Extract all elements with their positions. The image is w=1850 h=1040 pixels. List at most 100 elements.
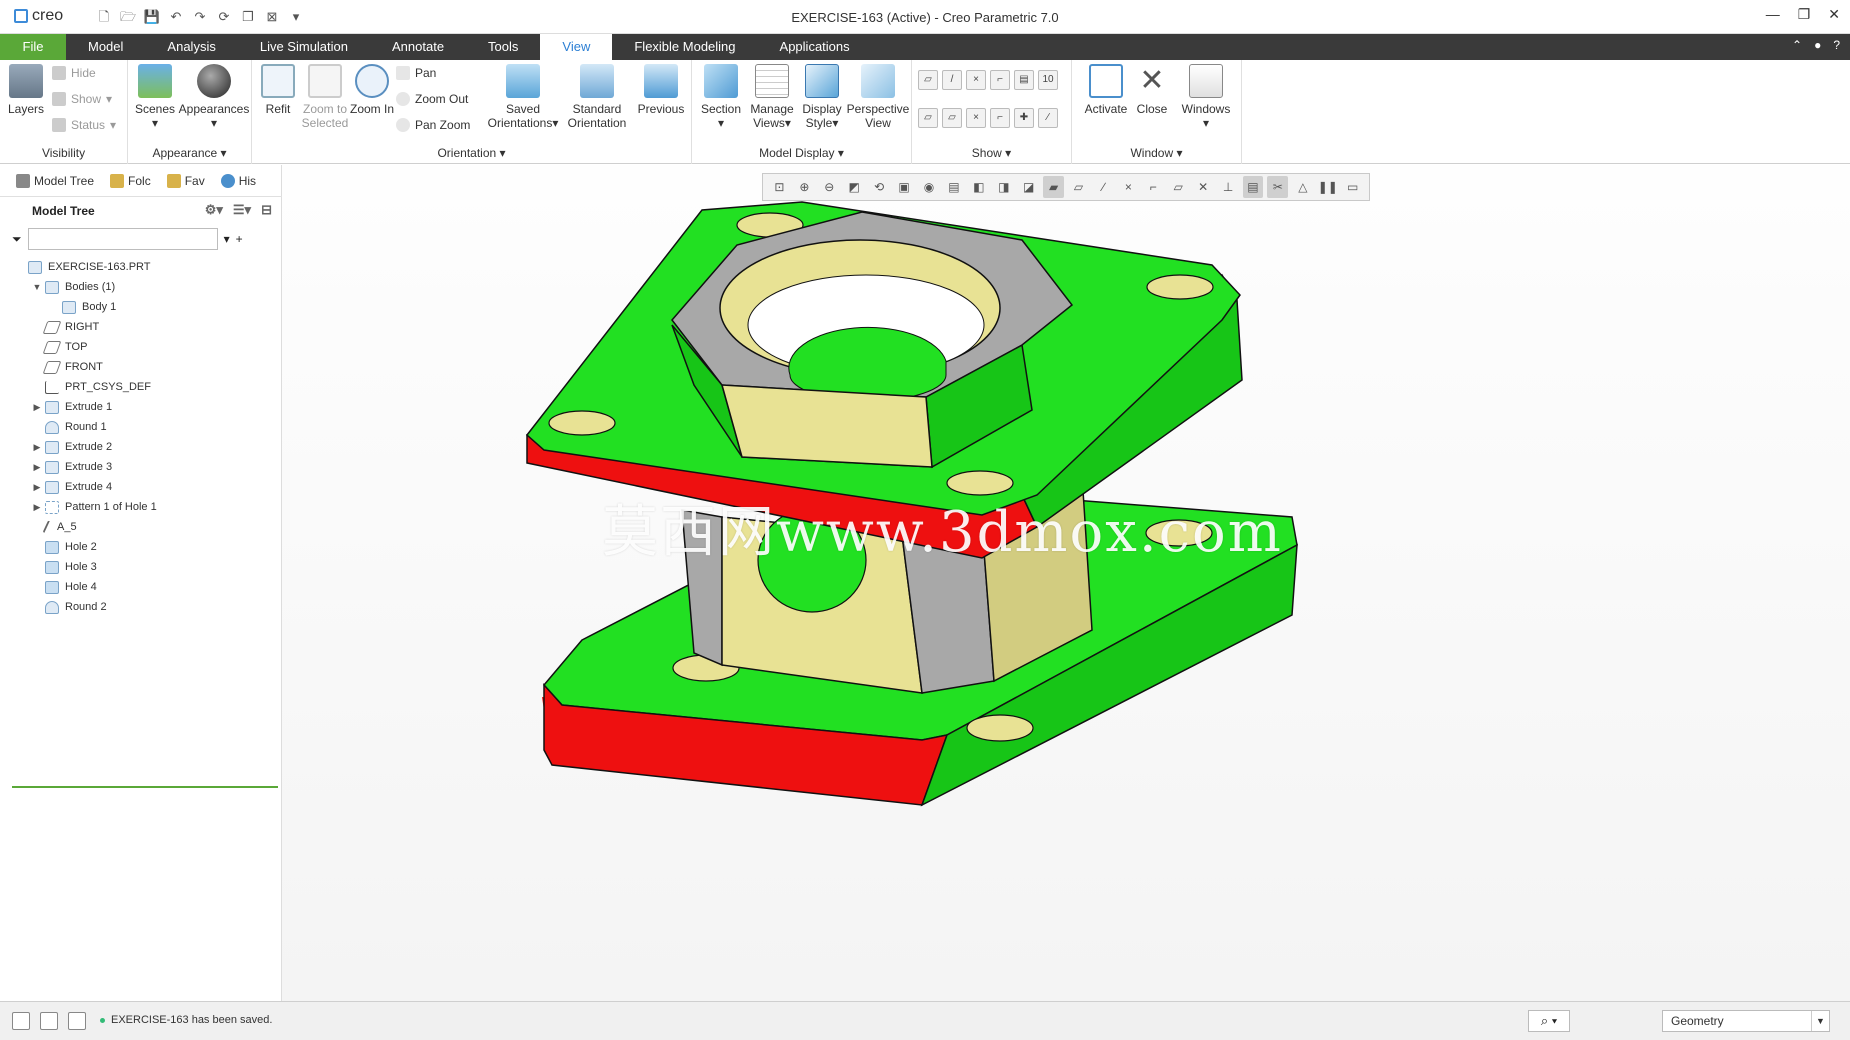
refit-button[interactable]: Refit: [256, 64, 300, 116]
dimension-display-icon[interactable]: 10: [1038, 70, 1058, 90]
filter-icon[interactable]: ⏷: [12, 232, 22, 247]
toggle-browser-icon[interactable]: [40, 1012, 58, 1030]
tab-tools[interactable]: Tools: [466, 34, 540, 60]
show-button[interactable]: Show ▾: [52, 90, 112, 108]
add-icon[interactable]: +: [236, 232, 243, 246]
3d-model-view[interactable]: [282, 165, 1850, 1001]
tree-item-label: Extrude 3: [65, 461, 113, 473]
point-display-icon[interactable]: ×: [966, 70, 986, 90]
tab-annotate[interactable]: Annotate: [370, 34, 466, 60]
tree-search-input[interactable]: [27, 228, 218, 250]
spin-center-icon[interactable]: ✚: [1014, 108, 1034, 128]
tree-item[interactable]: ▶ Extrude 2: [0, 437, 282, 457]
tree-item[interactable]: A_5: [0, 517, 282, 537]
tab-applications[interactable]: Applications: [758, 34, 872, 60]
expand-toggle-icon[interactable]: ▶: [31, 482, 43, 493]
point-tag-display-icon[interactable]: ×: [966, 108, 986, 128]
group-label-model-display[interactable]: Model Display ▾: [692, 146, 911, 160]
axis-tag-display-icon[interactable]: ▱: [942, 108, 962, 128]
tab-file[interactable]: File: [0, 34, 66, 60]
tree-item[interactable]: TOP: [0, 337, 282, 357]
windows-button[interactable]: Windows ▾: [1176, 64, 1236, 130]
axis-display-icon[interactable]: /: [942, 70, 962, 90]
find-button[interactable]: ⌕ ▾: [1528, 1010, 1570, 1032]
hide-button[interactable]: Hide: [52, 64, 96, 82]
full-screen-icon[interactable]: [68, 1012, 86, 1030]
tree-item[interactable]: RIGHT: [0, 317, 282, 337]
status-bar: EXERCISE-163 has been saved. ⌕ ▾ Geometr…: [0, 1001, 1850, 1040]
pan-zoom-button[interactable]: Pan Zoom: [396, 116, 470, 134]
tree-item-label: RIGHT: [65, 321, 100, 333]
insert-indicator[interactable]: [12, 786, 278, 788]
close-icon[interactable]: ✕: [1828, 6, 1840, 23]
expand-toggle-icon[interactable]: ▼: [31, 282, 43, 292]
tree-item[interactable]: Round 1: [0, 417, 282, 437]
tree-item[interactable]: Hole 4: [0, 577, 282, 597]
zoom-in-button[interactable]: Zoom In: [350, 64, 394, 116]
group-label-appearance[interactable]: Appearance ▾: [128, 146, 251, 160]
tree-item[interactable]: ▶ Extrude 1: [0, 397, 282, 417]
tree-item[interactable]: Body 1: [0, 297, 282, 317]
collapse-ribbon-icon[interactable]: ⌃: [1792, 38, 1802, 52]
zoom-to-selected-button[interactable]: Zoom to Selected: [300, 64, 350, 130]
help-icon[interactable]: ?: [1833, 38, 1840, 52]
toggle-navigator-icon[interactable]: [12, 1012, 30, 1030]
graphics-window[interactable]: ⊡ ⊕ ⊖ ◩ ⟲ ▣ ◉ ▤ ◧ ◨ ◪ ▰ ▱ ∕ × ⌐ ▱ ✕ ⊥ ▤ …: [282, 165, 1850, 1001]
tree-show-icon[interactable]: ☰▾: [233, 202, 251, 218]
search-dropdown-icon[interactable]: ▾: [224, 232, 230, 246]
tree-item[interactable]: ▶ Pattern 1 of Hole 1: [0, 497, 282, 517]
tree-item[interactable]: PRT_CSYS_DEF: [0, 377, 282, 397]
annotation-display-icon[interactable]: ▤: [1014, 70, 1034, 90]
expand-toggle-icon[interactable]: ▶: [31, 462, 43, 473]
layers-button[interactable]: Layers: [6, 64, 46, 116]
selection-filter-dropdown[interactable]: Geometry ▼: [1662, 1010, 1830, 1032]
tree-item[interactable]: Round 2: [0, 597, 282, 617]
tree-item[interactable]: ▶ Extrude 4: [0, 477, 282, 497]
tab-flexible-modeling[interactable]: Flexible Modeling: [612, 34, 757, 60]
group-label-window[interactable]: Window ▾: [1072, 146, 1241, 160]
section-button[interactable]: Section ▾: [696, 64, 746, 130]
plane-display-icon[interactable]: ▱: [918, 70, 938, 90]
plane-tag-display-icon[interactable]: ▱: [918, 108, 938, 128]
tree-item[interactable]: Hole 2: [0, 537, 282, 557]
expand-toggle-icon[interactable]: ▶: [31, 402, 43, 413]
user-icon[interactable]: ●: [1814, 38, 1821, 52]
sketch-display-icon[interactable]: ∕: [1038, 108, 1058, 128]
csys-display-icon[interactable]: ⌐: [990, 70, 1010, 90]
minimize-icon[interactable]: —: [1766, 6, 1780, 23]
tab-model[interactable]: Model: [66, 34, 145, 60]
display-style-button[interactable]: Display Style▾: [798, 64, 846, 130]
tree-item[interactable]: EXERCISE-163.PRT: [0, 257, 282, 277]
tab-analysis[interactable]: Analysis: [145, 34, 237, 60]
zoom-out-button[interactable]: Zoom Out: [396, 90, 468, 108]
pan-button[interactable]: Pan: [396, 64, 436, 82]
manage-views-button[interactable]: Manage Views▾: [746, 64, 798, 130]
close-button[interactable]: ✕ Close: [1132, 64, 1172, 116]
perspective-view-button[interactable]: Perspective View: [846, 64, 910, 130]
saved-orientations-button[interactable]: Saved Orientations▾: [486, 64, 560, 130]
scenes-button[interactable]: Scenes ▾: [132, 64, 178, 130]
tab-folder-browser[interactable]: Folc: [104, 173, 157, 188]
tab-model-tree[interactable]: Model Tree: [10, 173, 100, 188]
activate-button[interactable]: Activate: [1082, 64, 1130, 116]
tree-item[interactable]: ▼ Bodies (1): [0, 277, 282, 297]
tab-favorites[interactable]: Fav: [161, 173, 211, 188]
group-label-show[interactable]: Show ▾: [912, 146, 1071, 160]
tree-item[interactable]: FRONT: [0, 357, 282, 377]
expand-toggle-icon[interactable]: ▶: [31, 442, 43, 453]
tree-filter-icon[interactable]: ⊟: [261, 202, 272, 218]
tab-history[interactable]: His: [215, 173, 262, 188]
standard-orientation-button[interactable]: Standard Orientation: [562, 64, 632, 130]
expand-toggle-icon[interactable]: ▶: [31, 502, 43, 513]
tree-item[interactable]: ▶ Extrude 3: [0, 457, 282, 477]
tab-view[interactable]: View: [540, 34, 613, 60]
tree-settings-icon[interactable]: ⚙▾: [205, 202, 223, 218]
tab-live-simulation[interactable]: Live Simulation: [238, 34, 370, 60]
status-button[interactable]: Status ▾: [52, 116, 116, 134]
maximize-icon[interactable]: ❐: [1798, 6, 1811, 23]
group-label-orientation[interactable]: Orientation ▾: [252, 146, 691, 160]
tree-item[interactable]: Hole 3: [0, 557, 282, 577]
previous-button[interactable]: Previous: [634, 64, 688, 116]
appearances-button[interactable]: Appearances ▾: [178, 64, 250, 130]
csys-tag-display-icon[interactable]: ⌐: [990, 108, 1010, 128]
